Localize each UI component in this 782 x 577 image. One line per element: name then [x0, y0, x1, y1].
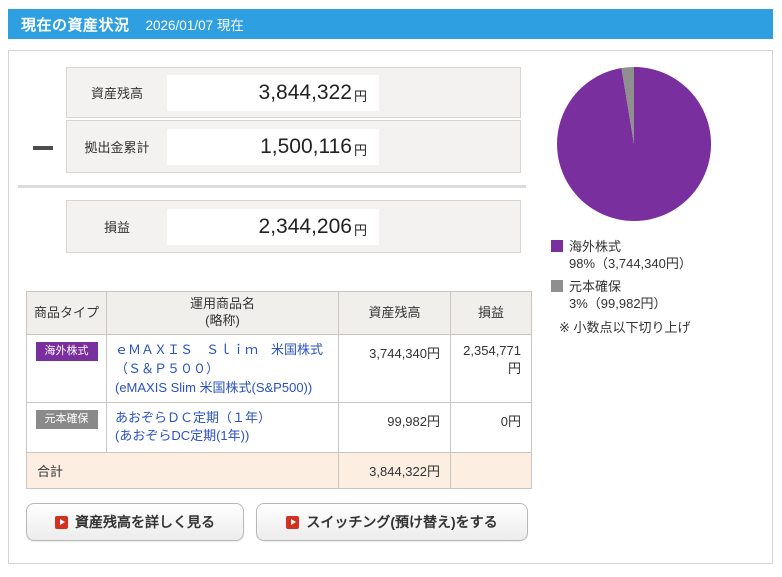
legend-swatch-gray-icon	[551, 279, 563, 292]
total-label: 合計	[26, 451, 339, 489]
product-type-cell: 元本確保	[26, 401, 107, 453]
profit-cell: 2,354,771円	[450, 334, 532, 403]
content-panel: 資産残高 3,844,322 円 拠出金累計 1,500,116 円 損益 2,…	[8, 50, 773, 564]
profit-loss-value: 2,344,206	[258, 214, 352, 238]
asset-balance-unit: 円	[353, 88, 367, 104]
balance-cell: 99,982円	[338, 401, 451, 453]
contributions-box: 拠出金累計 1,500,116 円	[66, 120, 521, 173]
product-link-aozora-abbr[interactable]: (あおぞらDC定期(1年))	[115, 427, 332, 446]
badge-principal-guaranteed: 元本確保	[35, 409, 98, 429]
as-of-date: 2026/01/07 現在	[145, 18, 244, 33]
legend-value-foreign-equity: 98%（3,744,340円）	[569, 256, 692, 271]
rounding-note: ※ 小数点以下切り上げ	[559, 320, 691, 335]
profit-loss-label: 損益	[103, 220, 130, 235]
header-product-name-line1: 運用商品名	[189, 296, 255, 312]
product-link-emaxis[interactable]: ｅＭＡＸＩＳ Ｓｌｉｍ 米国株式（Ｓ＆Ｐ５００）	[115, 341, 332, 379]
profit-loss-value-box: 2,344,206 円	[167, 208, 379, 245]
view-balance-detail-label: 資産残高を詳しく見る	[75, 514, 215, 530]
header-product-type: 商品タイプ	[26, 291, 107, 335]
page-title: 現在の資産状況	[21, 16, 130, 34]
product-type-cell: 海外株式	[26, 334, 107, 403]
legend-label-foreign-equity: 海外株式	[569, 239, 622, 254]
view-balance-detail-button[interactable]: 資産残高を詳しく見る	[26, 503, 244, 541]
product-name-cell: あおぞらＤＣ定期（１年） (あおぞらDC定期(1年))	[106, 401, 339, 453]
table-header-row: 商品タイプ 運用商品名 (略称) 資産残高 損益	[26, 291, 532, 335]
profit-loss-unit: 円	[353, 222, 367, 238]
header-product-name: 運用商品名 (略称)	[106, 291, 339, 335]
header-product-name-line2: (略称)	[205, 313, 240, 328]
header-balance: 資産残高	[338, 291, 451, 335]
product-name-cell: ｅＭＡＸＩＳ Ｓｌｉｍ 米国株式（Ｓ＆Ｐ５００） (eMAXIS Slim 米国…	[106, 334, 339, 403]
contributions-label: 拠出金累計	[84, 140, 150, 155]
total-balance-cell: 3,844,322円	[338, 451, 451, 489]
pie-legend: 海外株式 98%（3,744,340円） 元本確保 3%（99,982円） ※ …	[551, 232, 771, 336]
asset-balance-box: 資産残高 3,844,322 円	[66, 67, 521, 118]
profit-cell: 0円	[450, 401, 532, 453]
red-arrow-icon	[55, 515, 68, 529]
contributions-value: 1,500,116	[260, 134, 352, 158]
table-row-foreign-equity: 海外株式 ｅＭＡＸＩＳ Ｓｌｉｍ 米国株式（Ｓ＆Ｐ５００） (eMAXIS Sl…	[26, 334, 532, 403]
section-header: 現在の資産状況 2026/01/07 現在	[8, 9, 773, 39]
asset-balance-value: 3,844,322	[258, 80, 352, 104]
pie-chart	[557, 66, 712, 221]
legend-swatch-purple-icon	[551, 239, 563, 252]
holdings-table: 商品タイプ 運用商品名 (略称) 資産残高 損益 海外株式 ｅＭＡＸＩＳ Ｓｌｉ…	[26, 291, 532, 489]
asset-balance-value-box: 3,844,322 円	[167, 74, 379, 111]
table-total-row: 合計 3,844,322円	[26, 451, 532, 489]
asset-balance-label: 資産残高	[90, 86, 143, 101]
contributions-unit: 円	[353, 142, 367, 158]
product-link-emaxis-abbr[interactable]: (eMAXIS Slim 米国株式(S&P500))	[115, 379, 332, 398]
minus-operator	[33, 146, 53, 150]
header-profit: 損益	[450, 291, 532, 335]
equals-divider	[18, 185, 526, 188]
profit-loss-box: 損益 2,344,206 円	[66, 200, 521, 253]
legend-item-foreign-equity: 海外株式	[551, 236, 771, 255]
legend-label-principal-guaranteed: 元本確保	[569, 279, 622, 294]
red-arrow-icon	[286, 515, 300, 529]
legend-value-principal-guaranteed: 3%（99,982円）	[569, 296, 667, 311]
switching-button[interactable]: スイッチング(預け替え)をする	[256, 503, 528, 541]
contributions-value-box: 1,500,116 円	[167, 128, 379, 165]
table-row-principal-guaranteed: 元本確保 あおぞらＤＣ定期（１年） (あおぞらDC定期(1年)) 99,982円…	[26, 401, 532, 453]
badge-foreign-equity: 海外株式	[35, 342, 98, 361]
balance-cell: 3,744,340円	[338, 334, 451, 403]
product-link-aozora[interactable]: あおぞらＤＣ定期（１年）	[115, 409, 332, 428]
legend-item-principal-guaranteed: 元本確保	[551, 276, 771, 295]
switching-label: スイッチング(預け替え)をする	[306, 514, 498, 530]
total-profit-cell	[450, 451, 532, 489]
